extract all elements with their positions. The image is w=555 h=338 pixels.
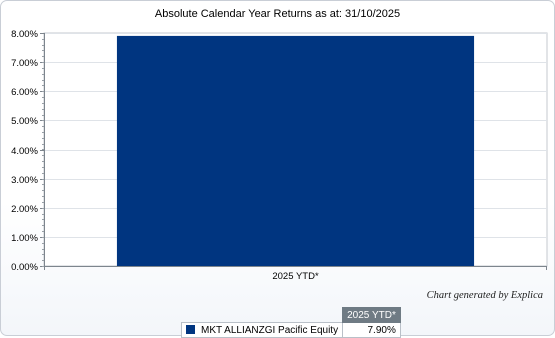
y-tick-label: 5.00%	[11, 116, 38, 127]
legend-table: 2025 YTD* MKT ALLIANZGI Pacific Equity 7…	[180, 307, 401, 338]
x-tick-label: 2025 YTD*	[272, 271, 319, 282]
bar	[116, 35, 475, 266]
y-tick-label: 6.00%	[11, 87, 38, 98]
y-tick-label: 1.00%	[11, 233, 38, 244]
y-tick-label: 4.00%	[11, 146, 38, 157]
y-tick-label: 0.00%	[11, 262, 38, 273]
legend-series-value: 7.90%	[342, 322, 401, 338]
chart-plot: 0.00% 1.00% 2.00% 3.00% 4.00% 5.00% 6.00% 7.00%…	[11, 29, 548, 282]
y-tick-label: 3.00%	[11, 175, 38, 186]
legend-column-header: 2025 YTD*	[342, 307, 401, 323]
chart-credit: Chart generated by Explica	[426, 290, 543, 301]
legend-swatch	[186, 324, 195, 334]
legend-header-blank	[182, 308, 343, 323]
legend-row: MKT ALLIANZGI Pacific Equity 7.90%	[180, 322, 401, 338]
y-tick-label: 7.00%	[11, 58, 38, 69]
y-tick-label: 2.00%	[11, 204, 38, 215]
legend-series-cell: MKT ALLIANZGI Pacific Equity	[180, 322, 344, 338]
y-tick-label: 8.00%	[11, 29, 38, 40]
legend-series-label: MKT ALLIANZGI Pacific Equity	[201, 324, 339, 336]
